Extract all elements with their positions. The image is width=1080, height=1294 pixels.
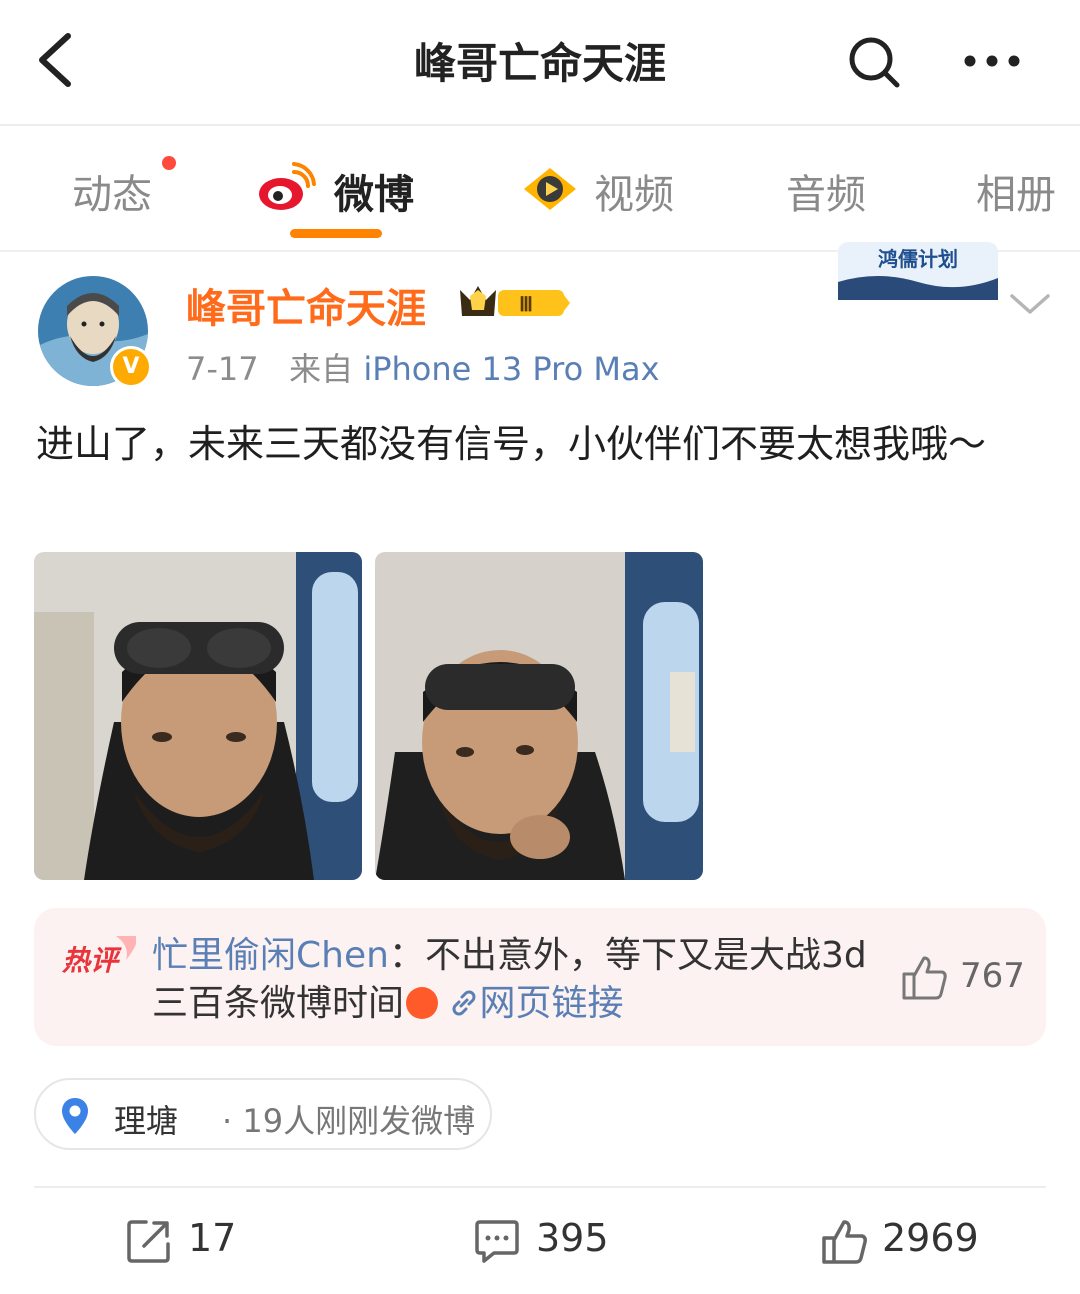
hot-comment-card[interactable]: 热评 忙里偷闲Chen：不出意外，等下又是大战3d三百条微博时间 网页链接 76…: [34, 908, 1046, 1046]
search-icon: [849, 37, 900, 88]
hot-comment-body: 忙里偷闲Chen：不出意外，等下又是大战3d三百条微博时间 网页链接: [152, 932, 872, 1028]
tab-audio[interactable]: 音频: [786, 162, 866, 220]
post-source: iPhone 13 Pro Max: [363, 350, 660, 388]
comment-count: 395: [536, 1216, 609, 1260]
action-bar-divider: [34, 1186, 1046, 1188]
post-text: 进山了，未来三天都没有信号，小伙伴们不要太想我哦～: [36, 422, 987, 466]
profile-tabs: 动态 微博 视频 音频 相册: [0, 126, 1080, 250]
chevron-down-icon: [1010, 294, 1050, 314]
tab-label: 视频: [594, 172, 674, 218]
location-pin-icon: [62, 1098, 88, 1134]
tab-dynamic[interactable]: 动态: [72, 162, 152, 220]
chevron-left-icon: [39, 33, 71, 87]
angry-emoji-icon: [406, 987, 439, 1019]
location-name: 理塘: [114, 1102, 179, 1140]
hot-tag-label: 热评: [61, 944, 122, 977]
verified-badge: V: [110, 346, 152, 388]
comment-button[interactable]: 395: [474, 1212, 634, 1272]
repost-icon: [127, 1220, 170, 1263]
promo-banner: 鸿儒计划: [838, 242, 998, 300]
more-dots-icon: [964, 55, 1020, 67]
tab-video[interactable]: 视频: [594, 162, 674, 220]
selfie-photo-2: [375, 552, 703, 880]
source-prefix: 来自: [289, 350, 354, 388]
vip-level: Ⅲ: [519, 294, 533, 316]
repost-count: 17: [188, 1216, 237, 1260]
comment-separator: ：: [388, 935, 425, 976]
more-button[interactable]: [960, 36, 1024, 86]
hot-comment-tag: 热评: [61, 936, 136, 977]
link-icon: [452, 990, 476, 1016]
post-date: 7-17: [186, 350, 259, 388]
page-title: 峰哥亡命天涯: [413, 39, 666, 88]
author-name[interactable]: 峰哥亡命天涯: [186, 276, 426, 334]
post-meta: 7-17 来自 iPhone 13 Pro Max: [186, 344, 660, 390]
like-button[interactable]: 2969: [820, 1212, 990, 1272]
location-chip[interactable]: 理塘 · 19人刚刚发微博: [34, 1078, 492, 1150]
video-play-icon: [524, 168, 576, 210]
tab-label: 动态: [72, 172, 152, 218]
selfie-photo-1: [34, 552, 362, 880]
commenter-name[interactable]: 忙里偷闲Chen: [152, 935, 389, 976]
web-link-label: 网页链接: [479, 983, 624, 1024]
thumbs-up-icon: [902, 956, 947, 1000]
back-button[interactable]: [28, 28, 88, 92]
tab-label: 微博: [334, 172, 414, 218]
comment-icon: [475, 1220, 519, 1263]
new-dot-badge: [162, 156, 176, 170]
location-activity: · 19人刚刚发微博: [222, 1102, 476, 1140]
like-count: 2969: [882, 1216, 979, 1260]
tab-weibo[interactable]: 微博: [334, 162, 414, 220]
top-bar: 峰哥亡命天涯: [0, 0, 1080, 124]
tab-label: 相册: [976, 172, 1056, 218]
search-button[interactable]: [844, 32, 904, 92]
web-link[interactable]: 网页链接: [449, 983, 623, 1024]
weibo-logo-icon: [259, 162, 316, 210]
post-options-button[interactable]: [1006, 284, 1054, 324]
hot-comment-like-count: 767: [960, 956, 1025, 996]
thumbs-up-icon: [822, 1220, 867, 1264]
vip-crown-badge: Ⅲ: [460, 286, 570, 316]
promo-banner-text: 鸿儒计划: [878, 247, 958, 271]
tab-album[interactable]: 相册: [976, 162, 1056, 220]
repost-button[interactable]: 17: [126, 1212, 266, 1272]
hot-comment-like-button[interactable]: 767: [900, 954, 1030, 1000]
post-photo-2[interactable]: [375, 552, 703, 880]
post-photo-1[interactable]: [34, 552, 362, 880]
active-tab-indicator: [290, 229, 382, 238]
tab-label: 音频: [786, 172, 866, 218]
